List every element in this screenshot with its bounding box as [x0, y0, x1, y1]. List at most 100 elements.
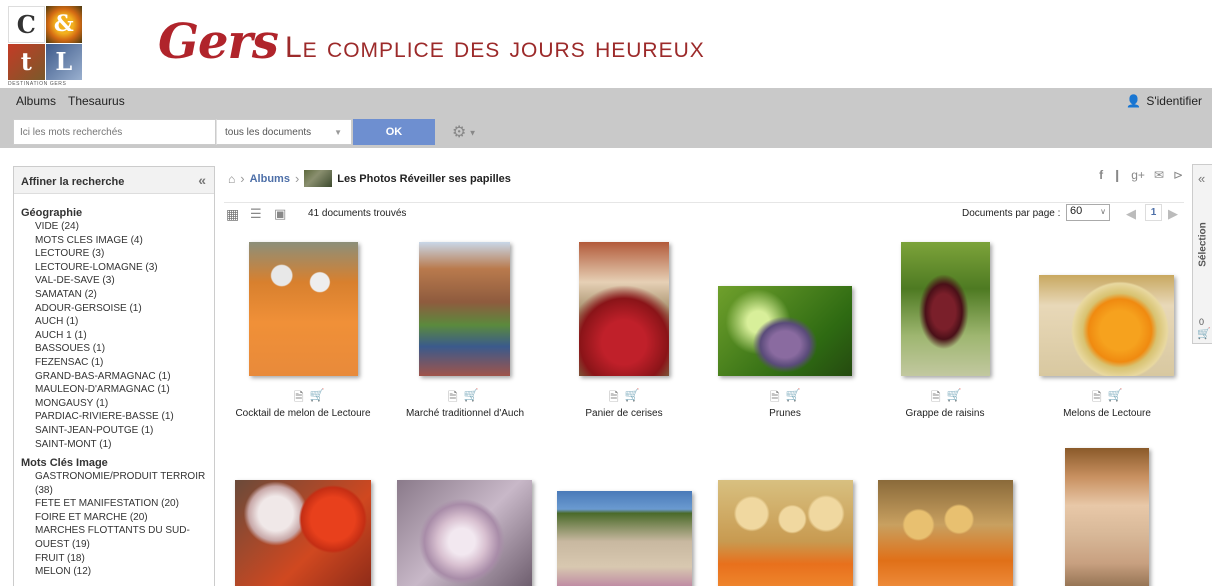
cart-icon[interactable]: 🛒	[464, 388, 479, 409]
cart-icon[interactable]: 🛒	[1108, 388, 1123, 409]
thumbnail-actions: 🗎 🛒	[448, 388, 479, 409]
collapse-sidebar-icon[interactable]: «	[198, 172, 206, 188]
facet-item[interactable]: MOTS CLES IMAGE (4)	[14, 234, 214, 248]
sidebar-title: Affiner la recherche	[21, 176, 125, 188]
thumbnail-title[interactable]: Panier de cerises	[544, 408, 704, 419]
thumbnail-image[interactable]	[1065, 448, 1149, 586]
logo-subtitle: DESTINATION GERS	[8, 81, 67, 87]
slideshow-icon[interactable]: ▣	[274, 206, 286, 222]
login-link[interactable]: 👤 S'identifier	[1126, 94, 1202, 108]
thumbnail-image[interactable]	[235, 480, 371, 586]
share-icon[interactable]: ⊳	[1173, 168, 1183, 182]
facet-item[interactable]: GRAND-BAS-ARMAGNAC (1)	[14, 370, 214, 384]
facet-item[interactable]: LECTOURE (3)	[14, 247, 214, 261]
facet-item[interactable]: AUCH (1)	[14, 315, 214, 329]
selection-count: 0	[1199, 317, 1205, 327]
thumbnail-title[interactable]: Prunes	[705, 408, 865, 419]
twitter-icon[interactable]: ❙	[1112, 168, 1122, 182]
grid-view-icon[interactable]: ▦	[226, 206, 239, 223]
results-toolbar: ▦ ☰ ▣ 41 documents trouvés Documents par…	[224, 202, 1184, 226]
document-icon[interactable]: 🗎	[770, 388, 780, 409]
google-plus-icon[interactable]: g+	[1131, 168, 1145, 182]
page-number[interactable]: 1	[1145, 204, 1162, 221]
per-page-value: 60	[1070, 205, 1083, 217]
facet-item[interactable]: BASSOUES (1)	[14, 342, 214, 356]
thumbnail-actions: 🗎 🛒	[1092, 388, 1123, 409]
prev-page-icon[interactable]: ◀	[1126, 206, 1136, 222]
cart-icon[interactable]: 🛒	[310, 388, 325, 409]
facet-item[interactable]: SAINT-JEAN-POUTGE (1)	[14, 424, 214, 438]
facet-item[interactable]: FOIRE ET MARCHE (20)	[14, 511, 214, 525]
list-view-icon[interactable]: ☰	[250, 206, 262, 222]
breadcrumb-albums-link[interactable]: Albums	[250, 173, 290, 185]
breadcrumb: ⌂ › Albums › Les Photos Réveiller ses pa…	[228, 170, 511, 187]
facet-item[interactable]: AUCH 1 (1)	[14, 329, 214, 343]
facet-item[interactable]: FEZENSAC (1)	[14, 356, 214, 370]
document-icon[interactable]: 🗎	[1092, 388, 1102, 409]
facebook-icon[interactable]: f	[1099, 168, 1103, 182]
mail-icon[interactable]: ✉	[1154, 168, 1164, 182]
nav-albums-link[interactable]: Albums	[16, 94, 56, 108]
thumbnail-image[interactable]	[718, 480, 853, 586]
facet-item[interactable]: FETE ET MANIFESTATION (20)	[14, 497, 214, 511]
document-icon[interactable]: 🗎	[931, 388, 941, 409]
facet-item[interactable]: SAINT-MONT (1)	[14, 438, 214, 452]
search-input[interactable]	[13, 119, 216, 145]
thumbnail-image[interactable]	[718, 286, 852, 376]
thumbnail-title[interactable]: Marché traditionnel d'Auch	[385, 408, 545, 419]
facet-item[interactable]: MELON (12)	[14, 565, 214, 579]
logo-letter-l: L	[45, 43, 82, 80]
thumbnail-image[interactable]	[901, 242, 990, 376]
nav-thesaurus-link[interactable]: Thesaurus	[68, 94, 125, 108]
cart-icon[interactable]: 🛒	[1197, 327, 1211, 340]
thumbnail-title[interactable]: Grappe de raisins	[865, 408, 1025, 419]
selection-label: Sélection	[1197, 222, 1209, 267]
cart-icon[interactable]: 🛒	[786, 388, 801, 409]
search-ok-button[interactable]: OK	[353, 119, 435, 145]
document-icon[interactable]: 🗎	[294, 388, 304, 409]
facet-list-mots-cles: GASTRONOMIE/PRODUIT TERROIR (38) FETE ET…	[14, 470, 214, 579]
chevron-down-icon: ▼	[334, 128, 342, 137]
facet-item[interactable]: MARCHES FLOTTANTS DU SUD-OUEST (19)	[14, 524, 214, 551]
gear-icon[interactable]: ⚙ ▼	[452, 122, 476, 142]
selection-panel[interactable]: « Sélection 0 🛒	[1192, 164, 1212, 344]
facet-item[interactable]: LECTOURE-LOMAGNE (3)	[14, 261, 214, 275]
thumbnail-image[interactable]	[249, 242, 358, 376]
logo[interactable]: C & t L DESTINATION GERS	[8, 6, 82, 87]
thumbnail-image[interactable]	[397, 480, 532, 586]
brand-title: Gers	[158, 14, 279, 70]
refine-sidebar: Affiner la recherche « Géographie VIDE (…	[13, 166, 215, 586]
document-icon[interactable]: 🗎	[609, 388, 619, 409]
thumbnail-image[interactable]	[878, 480, 1013, 586]
cart-icon[interactable]: 🛒	[625, 388, 640, 409]
facet-item[interactable]: FRUIT (18)	[14, 552, 214, 566]
cart-icon[interactable]: 🛒	[947, 388, 962, 409]
logo-grid: C & t L	[8, 6, 82, 80]
home-icon[interactable]: ⌂	[228, 172, 235, 186]
facet-item[interactable]: VAL-DE-SAVE (3)	[14, 274, 214, 288]
logo-sunflower-tile: &	[45, 6, 82, 43]
breadcrumb-current: Les Photos Réveiller ses papilles	[337, 172, 511, 185]
thumbnail-title[interactable]: Melons de Lectoure	[1027, 408, 1187, 419]
thumbnail-image[interactable]	[1039, 275, 1174, 376]
next-page-icon[interactable]: ▶	[1168, 206, 1178, 222]
login-label: S'identifier	[1146, 94, 1202, 108]
facet-item[interactable]: ADOUR-GERSOISE (1)	[14, 302, 214, 316]
thumbnail-actions: 🗎 🛒	[294, 388, 325, 409]
per-page-select[interactable]: 60 ∨	[1066, 204, 1110, 221]
facet-item[interactable]: VIDE (24)	[14, 220, 214, 234]
facet-item[interactable]: SAMATAN (2)	[14, 288, 214, 302]
facet-item[interactable]: PARDIAC-RIVIERE-BASSE (1)	[14, 410, 214, 424]
thumbnail-image[interactable]	[419, 242, 510, 376]
document-icon[interactable]: 🗎	[448, 388, 458, 409]
search-scope-select[interactable]: tous les documents ▼	[216, 119, 352, 145]
facet-item[interactable]: GASTRONOMIE/PRODUIT TERROIR (38)	[14, 470, 214, 497]
facet-list-geographie: VIDE (24) MOTS CLES IMAGE (4) LECTOURE (…	[14, 220, 214, 451]
logo-letter-t: t	[8, 43, 45, 80]
facet-item[interactable]: MAULEON-D'ARMAGNAC (1)	[14, 383, 214, 397]
thumbnail-image[interactable]	[557, 491, 692, 586]
expand-selection-icon[interactable]: «	[1198, 171, 1205, 186]
thumbnail-image[interactable]	[579, 242, 669, 376]
thumbnail-title[interactable]: Cocktail de melon de Lectoure	[223, 408, 383, 419]
facet-item[interactable]: MONGAUSY (1)	[14, 397, 214, 411]
